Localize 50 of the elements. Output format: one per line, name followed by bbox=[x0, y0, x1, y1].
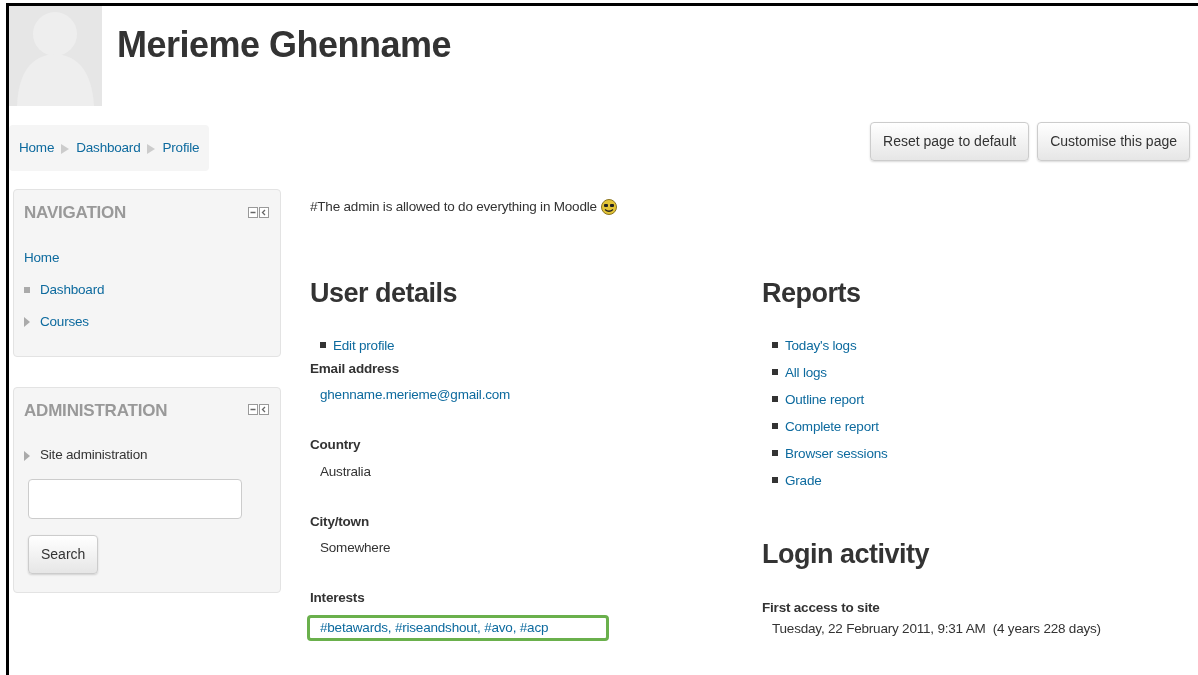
field-label: Interests bbox=[310, 589, 366, 608]
breadcrumb-link[interactable]: Home bbox=[19, 137, 55, 159]
nav-link[interactable]: Home bbox=[24, 241, 60, 274]
block-title: NAVIGATION bbox=[24, 202, 127, 224]
field-link[interactable]: #betawards, #riseandshout, #avo, #acp bbox=[307, 614, 609, 641]
report-link[interactable]: Outline report bbox=[785, 385, 864, 413]
nav-link[interactable]: Courses bbox=[40, 305, 89, 338]
bullet-icon bbox=[772, 423, 778, 430]
bullet-icon bbox=[24, 287, 30, 294]
profile-link[interactable]: Edit profile bbox=[333, 331, 395, 359]
section-heading: Reports bbox=[762, 277, 862, 311]
report-link[interactable]: Browser sessions bbox=[785, 439, 888, 467]
bullet-icon bbox=[320, 342, 326, 349]
page-button[interactable]: Reset page to default bbox=[870, 122, 1030, 161]
separator-icon bbox=[147, 143, 156, 154]
field-label: City/town bbox=[310, 512, 370, 531]
search-button[interactable]: Search bbox=[28, 535, 99, 574]
expand-arrow-icon bbox=[24, 450, 30, 461]
bullet-icon bbox=[772, 396, 778, 403]
section-heading: Login activity bbox=[762, 537, 931, 571]
block-title: ADMINISTRATION bbox=[24, 399, 168, 422]
report-link[interactable]: All logs bbox=[785, 358, 827, 386]
report-link[interactable]: Grade bbox=[785, 466, 822, 494]
separator-icon bbox=[61, 143, 70, 154]
field-value: Australia bbox=[319, 462, 372, 481]
search-field[interactable] bbox=[28, 479, 242, 519]
breadcrumb-link[interactable]: Dashboard bbox=[76, 137, 141, 159]
block-controls-icon bbox=[248, 404, 270, 417]
bullet-icon bbox=[772, 342, 778, 349]
profile-description: #The admin is allowed to do everything in Moodle bbox=[310, 198, 597, 216]
section-heading: User details bbox=[310, 277, 459, 311]
sunglasses-smiley-icon bbox=[600, 199, 617, 216]
breadcrumb-link[interactable]: Profile bbox=[162, 137, 200, 159]
page-button[interactable]: Customise this page bbox=[1037, 122, 1190, 161]
block-controls-icon bbox=[248, 206, 270, 219]
field-label: First access to site bbox=[762, 599, 881, 618]
bullet-icon bbox=[772, 477, 778, 484]
expand-arrow-icon bbox=[24, 317, 30, 328]
report-link[interactable]: Complete report bbox=[785, 412, 879, 440]
field-label: Email address bbox=[310, 359, 400, 378]
bullet-icon bbox=[772, 450, 778, 457]
field-label: Country bbox=[310, 436, 362, 455]
report-link[interactable]: Today's logs bbox=[785, 331, 857, 359]
field-value: Tuesday, 22 February 2011, 9:31 AM (4 years 228 days) bbox=[771, 619, 1102, 638]
nav-item[interactable]: Site administration bbox=[40, 439, 148, 471]
nav-link[interactable]: Dashboard bbox=[40, 273, 105, 306]
field-value: Somewhere bbox=[319, 539, 392, 557]
bullet-icon bbox=[772, 369, 778, 376]
profile-name: Merieme Ghenname bbox=[117, 23, 452, 67]
field-link[interactable]: ghenname.merieme@gmail.com bbox=[310, 385, 511, 406]
